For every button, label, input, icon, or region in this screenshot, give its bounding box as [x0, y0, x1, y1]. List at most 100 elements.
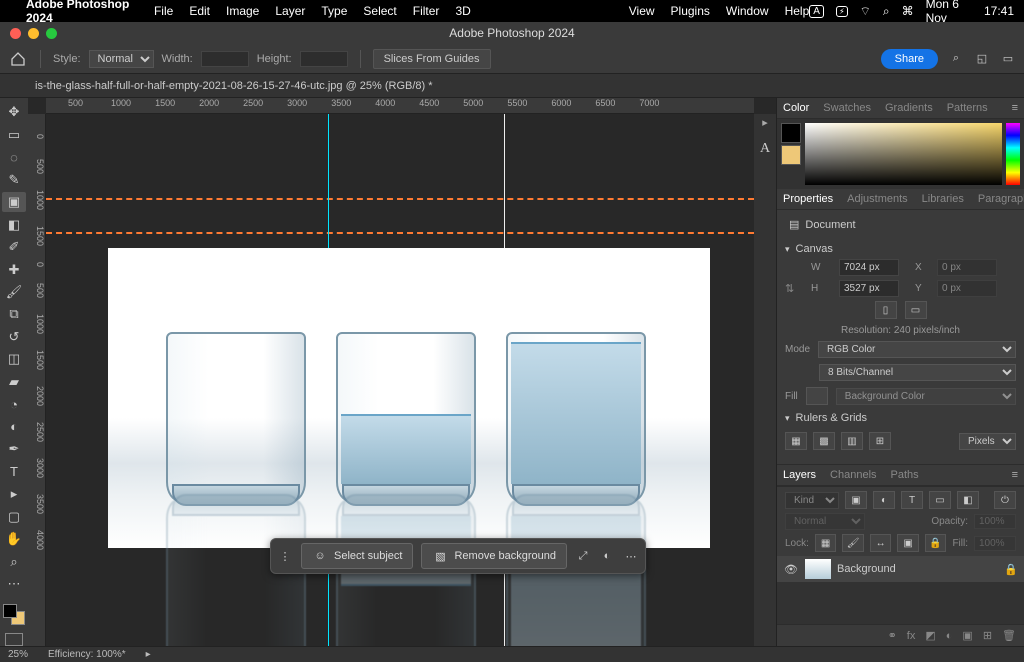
marquee-tool-icon[interactable]: ▭ [2, 124, 26, 144]
ruler-horizontal[interactable]: 500 1000 1500 2000 2500 3000 3500 4000 4… [46, 98, 754, 114]
arrange-icon[interactable]: ▭ [1000, 51, 1016, 67]
tab-gradients[interactable]: Gradients [885, 102, 933, 114]
color-bg-swatch[interactable] [781, 145, 801, 165]
move-tool-icon[interactable]: ✥ [2, 102, 26, 122]
canvas-x-input[interactable] [937, 259, 997, 276]
delete-layer-icon[interactable]: 🗑 [1002, 629, 1016, 642]
layer-style-icon[interactable]: fx [907, 630, 916, 642]
layer-name[interactable]: Background [837, 563, 896, 575]
blur-tool-icon[interactable]: ◔ [2, 394, 26, 414]
filter-shape-icon[interactable]: ▭ [929, 491, 951, 509]
eraser-tool-icon[interactable]: ◫ [2, 349, 26, 369]
guide-horizontal[interactable] [46, 198, 754, 200]
menu-window[interactable]: Window [726, 4, 769, 18]
workspace-icon[interactable]: ◱ [974, 51, 990, 67]
canvas-width-input[interactable] [839, 259, 899, 276]
visibility-icon[interactable]: 👁 [783, 563, 799, 576]
width-input[interactable] [201, 51, 249, 67]
fill-input[interactable] [974, 536, 1016, 551]
new-layer-icon[interactable]: ⊞ [983, 629, 992, 642]
shape-tool-icon[interactable]: ▢ [2, 506, 26, 526]
filter-smart-icon[interactable]: ◧ [957, 491, 979, 509]
tab-swatches[interactable]: Swatches [823, 102, 871, 114]
adjustment-layer-icon[interactable]: ◐ [946, 630, 953, 642]
canvas-height-input[interactable] [839, 280, 899, 297]
grid-toggle-icon[interactable]: ▩ [813, 432, 835, 450]
contextual-task-bar[interactable]: ⋮ ☺ Select subject ▧ Remove background ⤢… [270, 538, 646, 574]
hue-slider[interactable] [1006, 123, 1020, 185]
filter-type-icon[interactable]: T [901, 491, 923, 509]
dodge-tool-icon[interactable]: ◐ [2, 417, 26, 437]
link-icon[interactable]: ⇅ [785, 282, 805, 295]
tab-libraries[interactable]: Libraries [922, 193, 964, 205]
layer-item-background[interactable]: 👁 Background 🔒 [777, 556, 1024, 582]
tab-paragraph[interactable]: Paragraph [978, 193, 1024, 205]
guide-horizontal[interactable] [46, 232, 754, 234]
menubar-time[interactable]: 17:41 [984, 4, 1014, 18]
lock-all-icon[interactable]: 🔒 [925, 534, 947, 552]
color-field[interactable] [805, 123, 1002, 185]
orientation-portrait-icon[interactable]: ▯ [875, 301, 897, 319]
adjustments-icon[interactable]: ◐ [599, 548, 615, 564]
lasso-tool-icon[interactable]: ◌ [2, 147, 26, 167]
spotlight-icon[interactable]: ⌕ [883, 4, 890, 19]
clone-tool-icon[interactable]: ⧉ [2, 304, 26, 324]
home-icon[interactable] [8, 49, 28, 69]
battery-icon[interactable]: ⚡︎ [836, 6, 848, 17]
remove-background-button[interactable]: ▧ Remove background [421, 543, 567, 569]
link-layers-icon[interactable]: ⚭ [888, 629, 897, 642]
select-subject-button[interactable]: ☺ Select subject [301, 543, 413, 569]
lock-artboard-icon[interactable]: ▣ [897, 534, 919, 552]
menu-edit[interactable]: Edit [189, 4, 210, 18]
menu-select[interactable]: Select [363, 4, 396, 18]
filter-image-icon[interactable]: ▣ [845, 491, 867, 509]
orientation-landscape-icon[interactable]: ▭ [905, 301, 927, 319]
blend-mode-select[interactable]: Normal [785, 513, 865, 530]
keyboard-indicator-icon[interactable]: A [809, 5, 824, 18]
menu-plugins[interactable]: Plugins [671, 4, 710, 18]
tab-layers[interactable]: Layers [783, 469, 816, 481]
filter-toggle-icon[interactable]: ⏻ [994, 491, 1016, 509]
frame-tool-icon[interactable]: ◧ [2, 214, 26, 234]
rulers-section-header[interactable]: ▾ Rulers & Grids [785, 408, 1016, 428]
ruler-vertical[interactable]: 0 500 1000 1500 0 500 1000 1500 2000 250… [28, 114, 46, 646]
menu-file[interactable]: File [154, 4, 173, 18]
quick-mask-icon[interactable] [5, 633, 23, 646]
brush-tool-icon[interactable]: 🖌 [2, 282, 26, 302]
depth-select[interactable]: 8 Bits/Channel [819, 364, 1016, 381]
healing-tool-icon[interactable]: ✚ [2, 259, 26, 279]
mode-select[interactable]: RGB Color [818, 341, 1016, 358]
search-icon[interactable]: ⌕ [948, 51, 964, 67]
hand-tool-icon[interactable]: ✋ [2, 529, 26, 549]
type-panel-icon[interactable]: A [760, 141, 770, 157]
group-icon[interactable]: ▣ [962, 629, 972, 642]
status-chevron-icon[interactable]: ▸ [146, 649, 151, 660]
eyedropper-tool-icon[interactable]: ✐ [2, 237, 26, 257]
gradient-tool-icon[interactable]: ▰ [2, 372, 26, 392]
menu-view[interactable]: View [629, 4, 655, 18]
document-tab[interactable]: is-the-glass-half-full-or-half-empty-202… [35, 80, 433, 92]
canvas-section-header[interactable]: ▾ Canvas [785, 239, 1016, 259]
share-button[interactable]: Share [881, 49, 938, 69]
fill-select[interactable]: Background Color [836, 388, 1016, 405]
guides-lock-icon[interactable]: ⊞ [869, 432, 891, 450]
lock-transparency-icon[interactable]: ▦ [815, 534, 837, 552]
tab-properties[interactable]: Properties [783, 193, 833, 205]
panel-menu-icon[interactable]: ≡ [1012, 102, 1018, 114]
opacity-input[interactable] [974, 514, 1016, 529]
menu-filter[interactable]: Filter [413, 4, 440, 18]
zoom-tool-icon[interactable]: ⌕ [2, 551, 26, 571]
menu-image[interactable]: Image [226, 4, 259, 18]
lock-image-icon[interactable]: 🖌 [842, 534, 864, 552]
lock-icon[interactable]: 🔒 [1004, 563, 1018, 576]
maximize-window-button[interactable] [46, 28, 57, 39]
edit-toolbar-icon[interactable]: ⋯ [2, 574, 26, 594]
guides-toggle-icon[interactable]: ▥ [841, 432, 863, 450]
path-select-tool-icon[interactable]: ▸ [2, 484, 26, 504]
filter-adjust-icon[interactable]: ◐ [873, 491, 895, 509]
layer-thumbnail[interactable] [805, 559, 831, 579]
tab-color[interactable]: Color [783, 102, 809, 114]
crop-tool-icon[interactable]: ▣ [2, 192, 26, 212]
type-tool-icon[interactable]: T [2, 462, 26, 482]
control-center-icon[interactable]: ⌘ [902, 4, 914, 18]
